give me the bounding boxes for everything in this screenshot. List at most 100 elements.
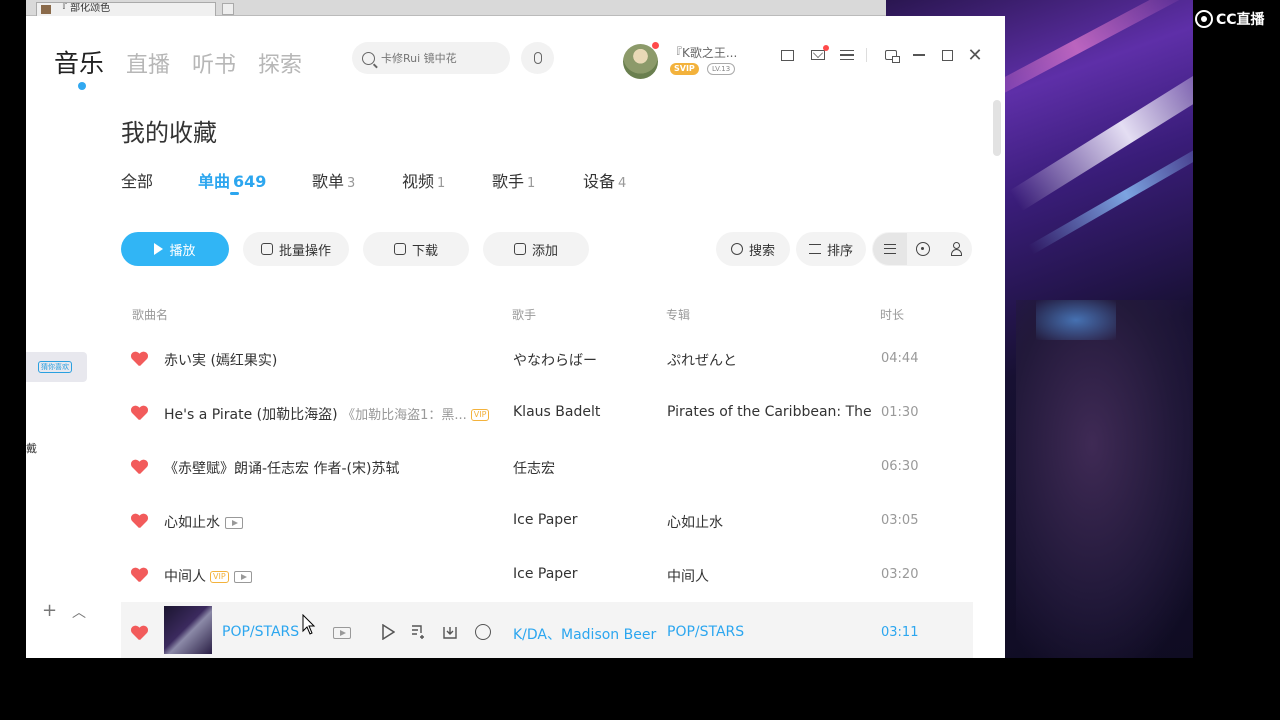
- search-icon: [362, 51, 375, 65]
- avatar[interactable]: [623, 44, 658, 79]
- play-all-button[interactable]: 播放: [121, 232, 229, 266]
- song-title[interactable]: POP/STARS: [222, 624, 299, 640]
- heart-icon[interactable]: [131, 626, 147, 640]
- nav-explore[interactable]: 探索: [258, 47, 302, 79]
- mv-icon[interactable]: [225, 517, 243, 529]
- maximize-button[interactable]: [938, 46, 956, 64]
- nav-music[interactable]: 音乐: [54, 44, 104, 80]
- table-row[interactable]: 心如止水 Ice Paper 心如止水 03:05: [121, 494, 973, 548]
- song-artist[interactable]: Ice Paper: [513, 566, 578, 582]
- skin-button[interactable]: [778, 46, 796, 64]
- nav-audiobook[interactable]: 听书: [192, 47, 236, 79]
- heart-icon[interactable]: [131, 568, 147, 582]
- search-icon: [730, 243, 743, 255]
- song-artist[interactable]: Ice Paper: [513, 512, 578, 528]
- sort-button[interactable]: 排序: [796, 232, 866, 266]
- song-duration: 03:11: [881, 625, 919, 640]
- tab-playlists[interactable]: 歌单 3: [312, 168, 355, 192]
- cc-logo-text: CC直播: [1216, 12, 1265, 28]
- search-list-button[interactable]: 搜索: [716, 232, 790, 266]
- add-icon: [513, 243, 526, 255]
- heart-icon[interactable]: [131, 514, 147, 528]
- more-options-button[interactable]: [475, 624, 491, 640]
- song-album[interactable]: POP/STARS: [667, 624, 877, 640]
- level-badge: LV.13: [707, 63, 736, 75]
- close-icon: ✕: [967, 44, 983, 66]
- nav-active-indicator: [78, 82, 86, 90]
- close-button[interactable]: ✕: [966, 44, 984, 66]
- maximize-icon: [941, 49, 953, 61]
- music-app-window: 音乐 直播 听书 探索 『K歌之王... SVIP LV.13 ✕ 我的收藏 全…: [26, 16, 1005, 658]
- song-album[interactable]: 中间人: [667, 566, 877, 586]
- artist-view-button[interactable]: [947, 240, 965, 258]
- song-title: 赤い実 (嫣红果实): [164, 353, 278, 369]
- sidebar-recommend-chip[interactable]: 猜你喜欢: [26, 352, 87, 382]
- tab-artists[interactable]: 歌手 1: [492, 168, 535, 192]
- table-row[interactable]: 赤い実 (嫣红果实) やなわらばー ぷれぜんと 04:44: [121, 332, 973, 386]
- username[interactable]: 『K歌之王...: [670, 44, 750, 61]
- mv-icon[interactable]: [233, 571, 252, 583]
- tab-active-underline: [230, 192, 239, 195]
- add-to-list-button[interactable]: [411, 624, 425, 640]
- background-tab-strip: 『 部化颂色: [26, 0, 886, 16]
- scrollbar-thumb[interactable]: [993, 100, 1001, 156]
- cc-logo-icon: [1195, 10, 1213, 28]
- mini-mode-button[interactable]: [882, 46, 900, 64]
- heart-icon[interactable]: [131, 460, 147, 474]
- song-duration: 01:30: [881, 405, 919, 420]
- nav-live[interactable]: 直播: [126, 47, 170, 79]
- play-song-button[interactable]: [381, 623, 396, 641]
- heart-icon[interactable]: [131, 352, 147, 366]
- tab-songs[interactable]: 单曲 649: [198, 168, 266, 192]
- svip-badge: SVIP: [670, 63, 699, 75]
- cc-live-logo: CC直播: [1195, 8, 1280, 30]
- new-tab-plus-icon[interactable]: [222, 3, 234, 15]
- mv-icon[interactable]: [333, 627, 351, 639]
- album-cover-thumbnail[interactable]: [164, 606, 212, 654]
- download-song-button[interactable]: [443, 624, 457, 640]
- menu-icon: [840, 50, 854, 60]
- song-artist[interactable]: K/DA、Madison Beer: [513, 624, 656, 644]
- download-button[interactable]: 下载: [363, 232, 469, 266]
- heart-icon[interactable]: [131, 406, 147, 420]
- song-duration: 06:30: [881, 459, 919, 474]
- song-album[interactable]: ぷれぜんと: [667, 350, 877, 370]
- song-title: 中间人 VIP: [164, 566, 252, 586]
- screen: 『 部化颂色 CC直播 音乐 直播 听书 探索 『K歌之王... SVIP: [0, 0, 1280, 720]
- minimize-button[interactable]: [910, 46, 928, 64]
- album-view-button[interactable]: [914, 240, 932, 258]
- song-title: He's a Pirate (加勒比海盗) 《加勒比海盗1：黑... VIP: [164, 404, 490, 424]
- table-row[interactable]: 《赤壁赋》朗诵-任志宏 作者-(宋)苏轼 任志宏 06:30: [121, 440, 973, 494]
- tab-devices[interactable]: 设备 4: [583, 168, 626, 192]
- song-artist[interactable]: やなわらばー: [513, 350, 597, 370]
- disc-icon: [916, 242, 930, 256]
- add-playlist-icon[interactable]: +: [42, 600, 57, 621]
- table-row[interactable]: He's a Pirate (加勒比海盗) 《加勒比海盗1：黑... VIP Kl…: [121, 386, 973, 440]
- song-album[interactable]: Pirates of the Caribbean: The ...: [667, 404, 877, 420]
- tab-all[interactable]: 全部: [121, 168, 153, 192]
- batch-operation-button[interactable]: 批量操作: [243, 232, 349, 266]
- download-icon: [393, 243, 406, 255]
- column-header-duration[interactable]: 时长: [880, 306, 904, 323]
- table-row-hovered[interactable]: POP/STARS K/DA、Madison Beer POP/STARS 03…: [121, 602, 973, 658]
- list-view-button[interactable]: [881, 240, 899, 258]
- background-tab[interactable]: 『 部化颂色: [36, 2, 216, 16]
- sidebar-text-fragment: 戴: [26, 442, 37, 455]
- minimize-icon: [913, 54, 925, 56]
- main-menu-button[interactable]: [838, 46, 856, 64]
- song-album[interactable]: 心如止水: [667, 512, 877, 532]
- column-header-album[interactable]: 专辑: [666, 306, 690, 323]
- voice-search-button[interactable]: [521, 42, 554, 74]
- song-artist[interactable]: 任志宏: [513, 458, 555, 478]
- song-artist[interactable]: Klaus Badelt: [513, 404, 600, 420]
- column-header-artist[interactable]: 歌手: [512, 306, 536, 323]
- mail-icon: [811, 50, 825, 60]
- search-input[interactable]: [381, 51, 501, 65]
- add-button[interactable]: 添加: [483, 232, 589, 266]
- collapse-up-icon[interactable]: ︿: [72, 602, 86, 622]
- search-box[interactable]: [352, 42, 510, 74]
- column-header-song[interactable]: 歌曲名: [132, 306, 168, 323]
- vip-badge: VIP: [470, 409, 490, 421]
- tab-videos[interactable]: 视频 1: [402, 168, 445, 192]
- table-row[interactable]: 中间人 VIP Ice Paper 中间人 03:20: [121, 548, 973, 602]
